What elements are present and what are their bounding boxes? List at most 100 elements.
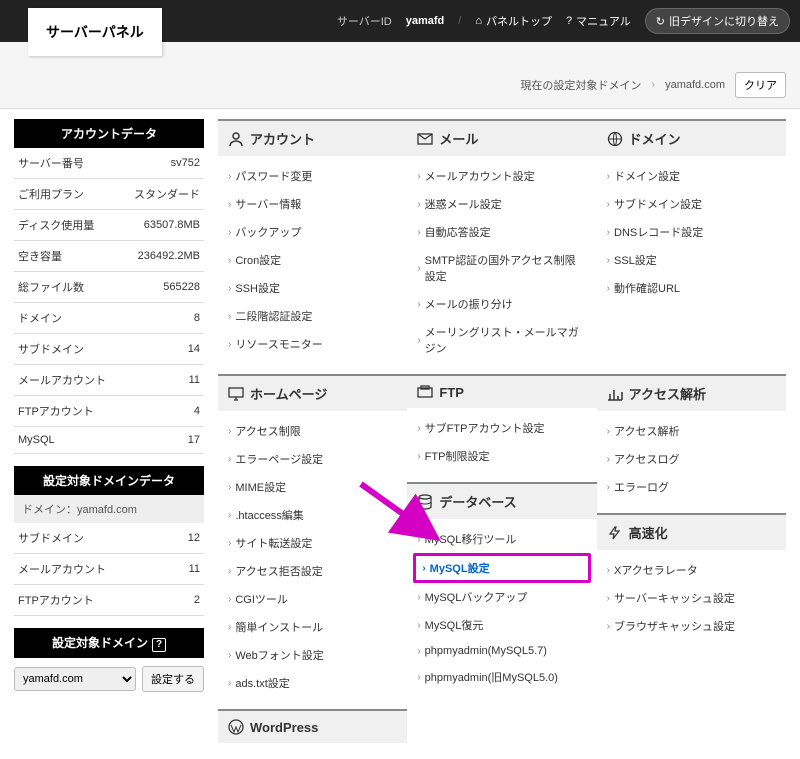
menu-item[interactable]: ›リソースモニター <box>218 330 407 358</box>
sidebar: アカウントデータ サーバー番号sv752ご利用プランスタンダードディスク使用量6… <box>14 119 204 749</box>
item-label: .htaccess編集 <box>235 507 303 523</box>
item-label: Webフォント設定 <box>235 647 323 663</box>
menu-item[interactable]: ›MySQLバックアップ <box>407 583 596 611</box>
chevron-right-icon: › <box>607 565 610 576</box>
chevron-right-icon: › <box>607 454 610 465</box>
menu-item[interactable]: ›アクセス拒否設定 <box>218 557 407 585</box>
speed-icon <box>607 525 623 541</box>
menu-item[interactable]: ›パスワード変更 <box>218 162 407 190</box>
menu-item[interactable]: ›アクセス解析 <box>597 417 786 445</box>
chevron-right-icon: › <box>228 650 231 661</box>
row-key: FTPアカウント <box>14 396 121 427</box>
help-icon[interactable]: ? <box>152 638 166 652</box>
menu-item[interactable]: ›アクセス制限 <box>218 417 407 445</box>
chevron-right-icon: › <box>417 423 420 434</box>
menu-item[interactable]: ›サイト転送設定 <box>218 529 407 557</box>
item-label: MySQL移行ツール <box>425 531 517 547</box>
menu-item[interactable]: ›サーバー情報 <box>218 190 407 218</box>
chevron-right-icon: › <box>607 171 610 182</box>
item-label: ドメイン設定 <box>614 168 680 184</box>
menu-item[interactable]: ›アクセスログ <box>597 445 786 473</box>
section-homepage: ホームページ ›アクセス制限›エラーページ設定›MIME設定›.htaccess… <box>218 374 407 703</box>
domain-info: ドメイン：yamafd.com <box>14 495 204 523</box>
item-label: CGIツール <box>235 591 288 607</box>
menu-item[interactable]: › CGIツール <box>218 585 407 613</box>
item-label: SMTP認証の国外アクセス制限設定 <box>425 252 587 284</box>
manual-link[interactable]: ? マニュアル <box>566 13 631 29</box>
menu-item[interactable]: ›サブドメイン設定 <box>597 190 786 218</box>
chevron-right-icon: › <box>417 592 420 603</box>
menu-item[interactable]: › サブFTPアカウント設定 <box>407 414 596 442</box>
menu-item[interactable]: › ドメイン設定 <box>597 162 786 190</box>
item-label: 二段階認証設定 <box>235 308 312 324</box>
menu-item[interactable]: ›.htaccess編集 <box>218 501 407 529</box>
item-label: 簡単インストール <box>235 619 323 635</box>
item-label: ads.txt設定 <box>235 675 289 691</box>
chevron-right-icon: › <box>228 594 231 605</box>
menu-item[interactable]: ›MIME設定 <box>218 473 407 501</box>
chart-icon <box>607 386 623 402</box>
item-label: サブFTPアカウント設定 <box>425 420 545 436</box>
domain-select[interactable]: yamafd.com <box>14 667 136 691</box>
menu-item[interactable]: › Webフォント設定 <box>218 641 407 669</box>
row-value: 11 <box>121 365 204 396</box>
menu-item[interactable]: ›二段階認証設定 <box>218 302 407 330</box>
switch-design-button[interactable]: ↻ 旧デザインに切り替え <box>645 8 790 34</box>
chevron-right-icon: › <box>422 563 425 574</box>
table-row: FTPアカウント2 <box>14 585 204 616</box>
menu-item[interactable]: ›ads.txt設定 <box>218 669 407 697</box>
menu-item[interactable]: › phpmyadmin(MySQL5.7) <box>407 639 596 663</box>
menu-item[interactable]: ›自動応答設定 <box>407 218 596 246</box>
menu-item[interactable]: ›FTP制限設定 <box>407 442 596 470</box>
panel-top-link[interactable]: ⌂ パネルトップ <box>475 13 552 29</box>
menu-item[interactable]: ›エラーログ <box>597 473 786 501</box>
row-value: sv752 <box>121 148 204 179</box>
menu-item[interactable]: ›phpmyadmin(旧MySQL5.0) <box>407 663 596 691</box>
menu-item[interactable]: ›メールの振り分け <box>407 290 596 318</box>
menu-item[interactable]: ›エラーページ設定 <box>218 445 407 473</box>
menu-item[interactable]: › DNSレコード設定 <box>597 218 786 246</box>
chevron-right-icon: › <box>417 646 420 657</box>
section-title: WordPress <box>250 720 318 735</box>
menu-item[interactable]: ›Cron設定 <box>218 246 407 274</box>
section-title: メール <box>439 129 478 148</box>
section-title: アカウント <box>250 129 315 148</box>
menu-item[interactable]: ›ブラウザキャッシュ設定 <box>597 612 786 640</box>
chevron-right-icon: › <box>607 227 610 238</box>
chevron-right-icon: › <box>228 199 231 210</box>
row-key: ドメイン <box>14 303 121 334</box>
menu-item[interactable]: ›バックアップ <box>218 218 407 246</box>
table-row: 空き容量236492.2MB <box>14 241 204 272</box>
item-label: phpmyadmin(MySQL5.7) <box>425 645 547 657</box>
menu-item[interactable]: ›簡単インストール <box>218 613 407 641</box>
clear-button[interactable]: クリア <box>735 72 786 98</box>
server-id-label: サーバーID <box>337 13 392 29</box>
item-label: パスワード変更 <box>235 168 312 184</box>
menu-item[interactable]: ›MySQL移行ツール <box>407 525 596 553</box>
item-label: SSH設定 <box>235 280 280 296</box>
menu-item[interactable]: ›迷惑メール設定 <box>407 190 596 218</box>
globe-icon <box>607 131 623 147</box>
menu-item[interactable]: ›Xアクセラレータ <box>597 556 786 584</box>
domain-set-button[interactable]: 設定する <box>142 666 204 692</box>
menu-item[interactable]: ›SMTP認証の国外アクセス制限設定 <box>407 246 596 290</box>
row-value: 2 <box>171 585 204 616</box>
server-id-value: yamafd <box>406 15 445 27</box>
item-label: DNSレコード設定 <box>614 224 703 240</box>
menu-item[interactable]: ›メーリングリスト・メールマガジン <box>407 318 596 362</box>
current-domain-value: yamafd.com <box>665 79 725 91</box>
section-database: データベース ›MySQL移行ツール›MySQL設定›MySQLバックアップ›M… <box>407 482 596 697</box>
row-value: 565228 <box>121 272 204 303</box>
row-key: サブドメイン <box>14 334 121 365</box>
menu-item[interactable]: ›メールアカウント設定 <box>407 162 596 190</box>
menu-item[interactable]: ›MySQL復元 <box>407 611 596 639</box>
menu-item[interactable]: ›SSL設定 <box>597 246 786 274</box>
table-row: ご利用プランスタンダード <box>14 179 204 210</box>
menu-item[interactable]: ›MySQL設定 <box>413 553 590 583</box>
menu-item[interactable]: ›動作確認URL <box>597 274 786 302</box>
chevron-right-icon: › <box>417 227 420 238</box>
row-key: サーバー番号 <box>14 148 121 179</box>
row-value: 17 <box>121 427 204 454</box>
menu-item[interactable]: ›SSH設定 <box>218 274 407 302</box>
menu-item[interactable]: ›サーバーキャッシュ設定 <box>597 584 786 612</box>
